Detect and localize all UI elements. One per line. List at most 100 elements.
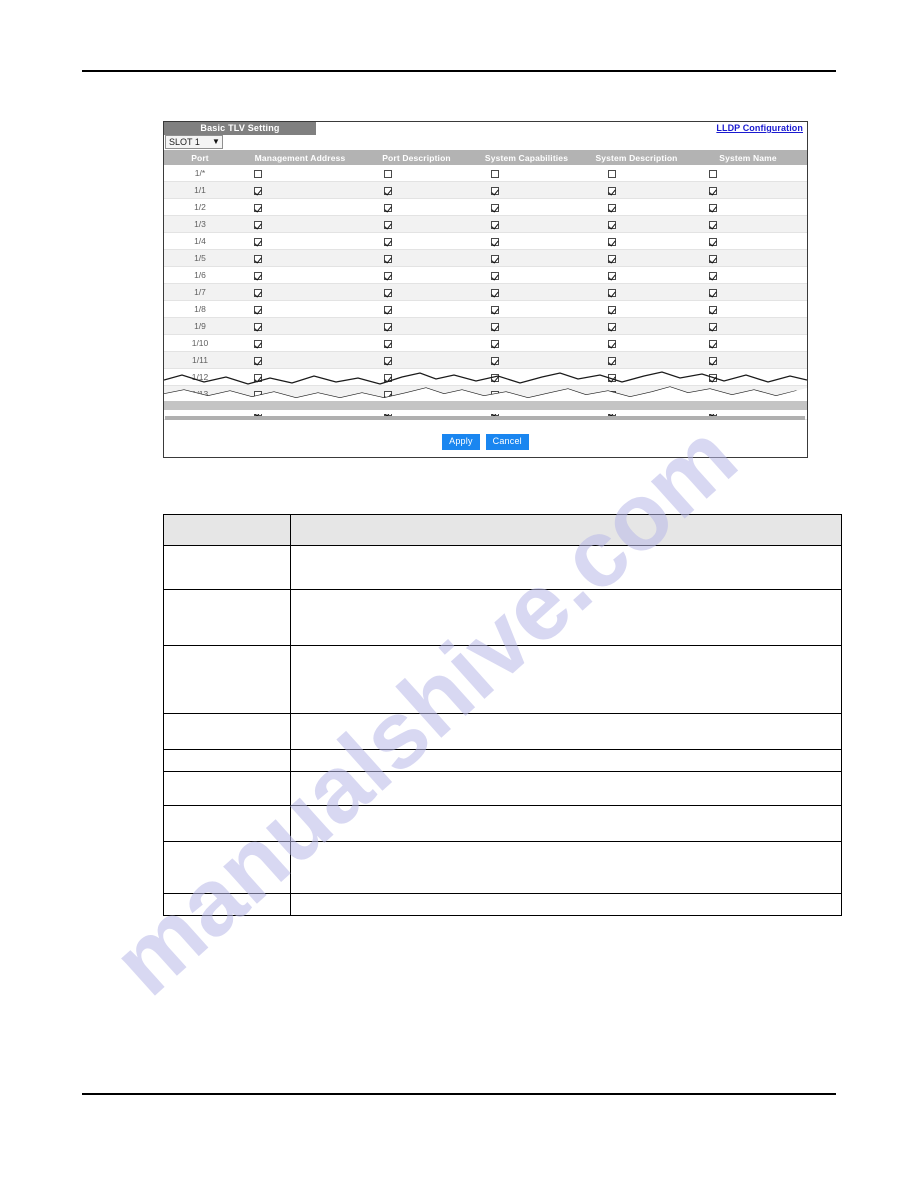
tlv-checkbox-cell[interactable]: [236, 317, 364, 335]
tlv-checkbox-cell[interactable]: [584, 351, 689, 369]
checkbox-checked-icon[interactable]: [608, 288, 616, 297]
checkbox-checked-icon[interactable]: [254, 305, 262, 314]
tlv-checkbox-cell[interactable]: [689, 334, 807, 352]
tlv-checkbox-cell[interactable]: [236, 198, 364, 216]
tlv-checkbox-cell[interactable]: [584, 249, 689, 267]
tlv-checkbox-cell[interactable]: [469, 300, 584, 318]
tlv-checkbox-cell[interactable]: [364, 198, 469, 216]
tlv-checkbox-cell[interactable]: [689, 165, 807, 182]
tlv-checkbox-cell[interactable]: [584, 181, 689, 199]
tlv-checkbox-cell[interactable]: [364, 181, 469, 199]
tlv-checkbox-cell[interactable]: [469, 165, 584, 182]
tlv-checkbox-cell[interactable]: [364, 232, 469, 250]
checkbox-checked-icon[interactable]: [491, 254, 499, 263]
tlv-checkbox-cell[interactable]: [584, 215, 689, 233]
checkbox-checked-icon[interactable]: [709, 322, 717, 331]
tlv-checkbox-cell[interactable]: [584, 300, 689, 318]
tlv-checkbox-cell[interactable]: [236, 300, 364, 318]
tlv-checkbox-cell[interactable]: [469, 266, 584, 284]
tlv-checkbox-cell[interactable]: [689, 351, 807, 369]
checkbox-checked-icon[interactable]: [254, 237, 262, 246]
checkbox-unchecked-icon[interactable]: [608, 169, 616, 178]
tlv-checkbox-cell[interactable]: [469, 198, 584, 216]
tlv-checkbox-cell[interactable]: [469, 334, 584, 352]
checkbox-checked-icon[interactable]: [384, 288, 392, 297]
tlv-checkbox-cell[interactable]: [364, 165, 469, 182]
checkbox-checked-icon[interactable]: [384, 220, 392, 229]
checkbox-checked-icon[interactable]: [254, 254, 262, 263]
checkbox-checked-icon[interactable]: [709, 203, 717, 212]
tlv-checkbox-cell[interactable]: [469, 283, 584, 301]
checkbox-checked-icon[interactable]: [491, 186, 499, 195]
checkbox-checked-icon[interactable]: [384, 322, 392, 331]
checkbox-checked-icon[interactable]: [608, 254, 616, 263]
tlv-checkbox-cell[interactable]: [364, 215, 469, 233]
checkbox-checked-icon[interactable]: [254, 322, 262, 331]
checkbox-checked-icon[interactable]: [491, 322, 499, 331]
tlv-checkbox-cell[interactable]: [364, 249, 469, 267]
tlv-checkbox-cell[interactable]: [469, 249, 584, 267]
checkbox-checked-icon[interactable]: [491, 220, 499, 229]
tlv-checkbox-cell[interactable]: [469, 351, 584, 369]
checkbox-checked-icon[interactable]: [254, 220, 262, 229]
tlv-checkbox-cell[interactable]: [364, 283, 469, 301]
checkbox-checked-icon[interactable]: [491, 356, 499, 365]
tlv-checkbox-cell[interactable]: [364, 317, 469, 335]
slot-select[interactable]: SLOT 1 ▼: [165, 135, 223, 149]
tlv-checkbox-cell[interactable]: [469, 232, 584, 250]
checkbox-checked-icon[interactable]: [384, 254, 392, 263]
checkbox-checked-icon[interactable]: [608, 220, 616, 229]
tlv-checkbox-cell[interactable]: [469, 215, 584, 233]
checkbox-checked-icon[interactable]: [384, 356, 392, 365]
tlv-checkbox-cell[interactable]: [689, 181, 807, 199]
checkbox-checked-icon[interactable]: [491, 339, 499, 348]
tlv-checkbox-cell[interactable]: [689, 266, 807, 284]
checkbox-checked-icon[interactable]: [254, 288, 262, 297]
checkbox-checked-icon[interactable]: [491, 203, 499, 212]
tlv-checkbox-cell[interactable]: [236, 181, 364, 199]
checkbox-checked-icon[interactable]: [608, 271, 616, 280]
checkbox-checked-icon[interactable]: [384, 271, 392, 280]
checkbox-checked-icon[interactable]: [384, 186, 392, 195]
checkbox-checked-icon[interactable]: [709, 288, 717, 297]
checkbox-checked-icon[interactable]: [384, 305, 392, 314]
checkbox-checked-icon[interactable]: [491, 237, 499, 246]
checkbox-checked-icon[interactable]: [254, 339, 262, 348]
tlv-checkbox-cell[interactable]: [689, 300, 807, 318]
checkbox-checked-icon[interactable]: [608, 339, 616, 348]
tlv-checkbox-cell[interactable]: [364, 334, 469, 352]
tlv-checkbox-cell[interactable]: [364, 266, 469, 284]
checkbox-checked-icon[interactable]: [254, 186, 262, 195]
checkbox-checked-icon[interactable]: [608, 305, 616, 314]
checkbox-checked-icon[interactable]: [491, 288, 499, 297]
checkbox-unchecked-icon[interactable]: [384, 169, 392, 178]
checkbox-checked-icon[interactable]: [608, 203, 616, 212]
tlv-checkbox-cell[interactable]: [364, 351, 469, 369]
lldp-configuration-link[interactable]: LLDP Configuration: [716, 122, 803, 135]
tlv-checkbox-cell[interactable]: [236, 351, 364, 369]
checkbox-checked-icon[interactable]: [254, 203, 262, 212]
apply-button[interactable]: Apply: [442, 434, 480, 450]
checkbox-checked-icon[interactable]: [491, 305, 499, 314]
checkbox-checked-icon[interactable]: [608, 237, 616, 246]
tlv-checkbox-cell[interactable]: [469, 317, 584, 335]
checkbox-checked-icon[interactable]: [254, 271, 262, 280]
cancel-button[interactable]: Cancel: [485, 434, 529, 450]
horizontal-scrollbar[interactable]: [165, 416, 805, 420]
checkbox-checked-icon[interactable]: [709, 356, 717, 365]
tlv-checkbox-cell[interactable]: [584, 266, 689, 284]
tlv-checkbox-cell[interactable]: [236, 232, 364, 250]
checkbox-checked-icon[interactable]: [709, 254, 717, 263]
tlv-checkbox-cell[interactable]: [236, 249, 364, 267]
tlv-checkbox-cell[interactable]: [689, 232, 807, 250]
tlv-checkbox-cell[interactable]: [689, 249, 807, 267]
tlv-checkbox-cell[interactable]: [236, 283, 364, 301]
checkbox-checked-icon[interactable]: [608, 186, 616, 195]
checkbox-unchecked-icon[interactable]: [491, 169, 499, 178]
tlv-checkbox-cell[interactable]: [236, 215, 364, 233]
tlv-checkbox-cell[interactable]: [469, 181, 584, 199]
tlv-checkbox-cell[interactable]: [689, 317, 807, 335]
checkbox-checked-icon[interactable]: [709, 237, 717, 246]
checkbox-checked-icon[interactable]: [384, 339, 392, 348]
checkbox-unchecked-icon[interactable]: [709, 169, 717, 178]
